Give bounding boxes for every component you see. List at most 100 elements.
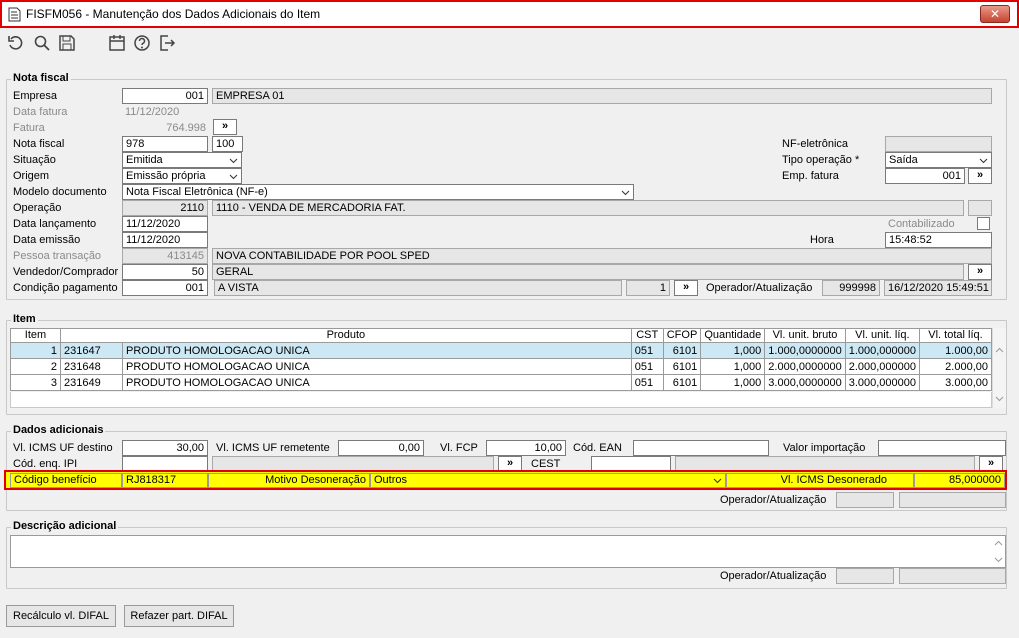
chevron-down-icon[interactable]	[994, 555, 1003, 564]
refresh-icon[interactable]	[7, 34, 25, 52]
cod-beneficio-input[interactable]: RJ818317	[122, 473, 208, 488]
icms-desonerado-input[interactable]: 85,000000	[914, 473, 1005, 488]
condicao-label: Condição pagamento	[13, 282, 118, 294]
icms-desonerado-label: Vl. ICMS Desonerado	[726, 473, 914, 488]
col-cst[interactable]: CST	[630, 328, 664, 343]
nota-fiscal-legend: Nota fiscal	[11, 72, 71, 84]
motivo-desoneracao-select[interactable]: Outros	[370, 473, 726, 488]
situacao-select[interactable]: Emitida	[122, 152, 242, 168]
col-produto[interactable]: Produto	[60, 328, 632, 343]
data-emissao-label: Data emissão	[13, 234, 81, 246]
col-item[interactable]: Item	[10, 328, 61, 343]
chevron-down-icon[interactable]	[995, 394, 1004, 403]
col-bruto[interactable]: Vl. unit. bruto	[764, 328, 846, 343]
dados-operador-date-field	[899, 492, 1006, 508]
chevron-down-icon	[229, 158, 238, 164]
situacao-label: Situação	[13, 154, 56, 166]
col-quantidade[interactable]: Quantidade	[700, 328, 766, 343]
fcp-input[interactable]: 10,00	[486, 440, 566, 456]
cell-item: 2	[10, 358, 61, 375]
exit-icon[interactable]	[158, 34, 176, 52]
condicao-lookup-button[interactable]: »	[674, 280, 698, 296]
vendedor-input[interactable]: 50	[122, 264, 208, 280]
data-lancamento-label: Data lançamento	[13, 218, 97, 230]
cell-item: 3	[10, 374, 61, 391]
dados-operador-label: Operador/Atualização	[720, 494, 827, 506]
origem-label: Origem	[13, 170, 50, 182]
origem-select[interactable]: Emissão própria	[122, 168, 242, 184]
emp-fatura-lookup-button[interactable]: »	[968, 168, 992, 184]
close-button[interactable]: ✕	[980, 5, 1010, 23]
motivo-desoneracao-value: Outros	[374, 474, 408, 486]
descricao-operador-label: Operador/Atualização	[720, 570, 827, 582]
calendar-icon[interactable]	[108, 34, 126, 52]
table-row[interactable]: 2 231648 PRODUTO HOMOLOGACAO UNICA 051 6…	[10, 358, 992, 375]
nota-fiscal-input[interactable]: 978	[122, 136, 208, 152]
cell-cfop: 6101	[662, 374, 702, 391]
cell-qtd: 1,000	[700, 374, 766, 391]
col-cfop[interactable]: CFOP	[662, 328, 702, 343]
tipo-operacao-value: Saída	[889, 154, 918, 166]
item-legend: Item	[11, 313, 38, 325]
fatura-lookup-button[interactable]: »	[213, 119, 237, 135]
vendedor-label: Vendedor/Comprador	[13, 266, 119, 278]
col-liq[interactable]: Vl. unit. líq.	[844, 328, 921, 343]
item-table: Item Produto CST CFOP Quantidade Vl. uni…	[10, 328, 992, 391]
cell-bruto: 3.000,0000000	[764, 374, 846, 391]
refazer-difal-button[interactable]: Refazer part. DIFAL	[124, 605, 234, 627]
cell-produto: PRODUTO HOMOLOGACAO UNICA	[122, 358, 632, 375]
table-row[interactable]: 1 231647 PRODUTO HOMOLOGACAO UNICA 051 6…	[10, 342, 992, 359]
save-icon[interactable]	[58, 34, 76, 52]
condicao-num-field: 1	[626, 280, 670, 296]
empresa-label: Empresa	[13, 90, 58, 102]
chevron-up-icon[interactable]	[995, 346, 1004, 355]
table-row[interactable]: 3 231649 PRODUTO HOMOLOGACAO UNICA 051 6…	[10, 374, 992, 391]
nfe-label: NF-eletrônica	[782, 138, 849, 150]
serie-input[interactable]: 100	[212, 136, 243, 152]
fatura-value: 764.998	[166, 122, 206, 134]
cell-produto: PRODUTO HOMOLOGACAO UNICA	[122, 374, 632, 391]
search-icon[interactable]	[33, 34, 51, 52]
vendedor-lookup-button[interactable]: »	[968, 264, 992, 280]
chevron-down-icon	[621, 190, 630, 196]
ean-input[interactable]	[633, 440, 769, 456]
cest-label: CEST	[531, 458, 561, 470]
recalculo-difal-button[interactable]: Recálculo vl. DIFAL	[6, 605, 116, 627]
cell-item: 1	[10, 342, 61, 359]
item-table-scrollbar[interactable]	[992, 328, 1006, 408]
empresa-input[interactable]: 001	[122, 88, 208, 104]
motivo-desoneracao-label: Motivo Desoneração	[208, 473, 370, 488]
data-lancamento-input[interactable]: 11/12/2020	[122, 216, 208, 232]
origem-value: Emissão própria	[126, 170, 206, 182]
valor-importacao-input[interactable]	[878, 440, 1006, 456]
modelo-select[interactable]: Nota Fiscal Eletrônica (NF-e)	[122, 184, 634, 200]
nfe-field	[885, 136, 992, 152]
nota-fiscal-label: Nota fiscal	[13, 138, 65, 150]
title-bar: FISFM056 - Manutenção dos Dados Adiciona…	[0, 0, 1019, 28]
icms-dest-input[interactable]: 30,00	[122, 440, 208, 456]
data-emissao-input[interactable]: 11/12/2020	[122, 232, 208, 248]
condicao-desc-field: A VISTA	[214, 280, 622, 296]
operador-label: Operador/Atualização	[706, 282, 813, 294]
descricao-textarea[interactable]	[10, 535, 1006, 568]
pessoa-label: Pessoa transação	[13, 250, 102, 262]
icms-rem-input[interactable]: 0,00	[338, 440, 424, 456]
help-icon[interactable]	[133, 34, 151, 52]
cell-liq: 3.000,000000	[844, 374, 921, 391]
tipo-operacao-select[interactable]: Saída	[885, 152, 992, 168]
contabilizado-checkbox[interactable]	[977, 217, 990, 230]
chevron-up-icon[interactable]	[994, 539, 1003, 548]
situacao-value: Emitida	[126, 154, 163, 166]
emp-fatura-input[interactable]: 001	[885, 168, 965, 184]
condicao-input[interactable]: 001	[122, 280, 208, 296]
dados-operador-code-field	[836, 492, 894, 508]
hora-input[interactable]: 15:48:52	[885, 232, 992, 248]
descricao-operador-code-field	[836, 568, 894, 584]
operacao-code-field: 2110	[122, 200, 208, 216]
valor-importacao-label: Valor importação	[783, 442, 866, 454]
col-total[interactable]: Vl. total líq.	[919, 328, 992, 343]
cell-produto: PRODUTO HOMOLOGACAO UNICA	[122, 342, 632, 359]
contabilizado-label: Contabilizado	[888, 218, 955, 230]
descricao-operador-date-field	[899, 568, 1006, 584]
document-icon	[8, 7, 21, 22]
